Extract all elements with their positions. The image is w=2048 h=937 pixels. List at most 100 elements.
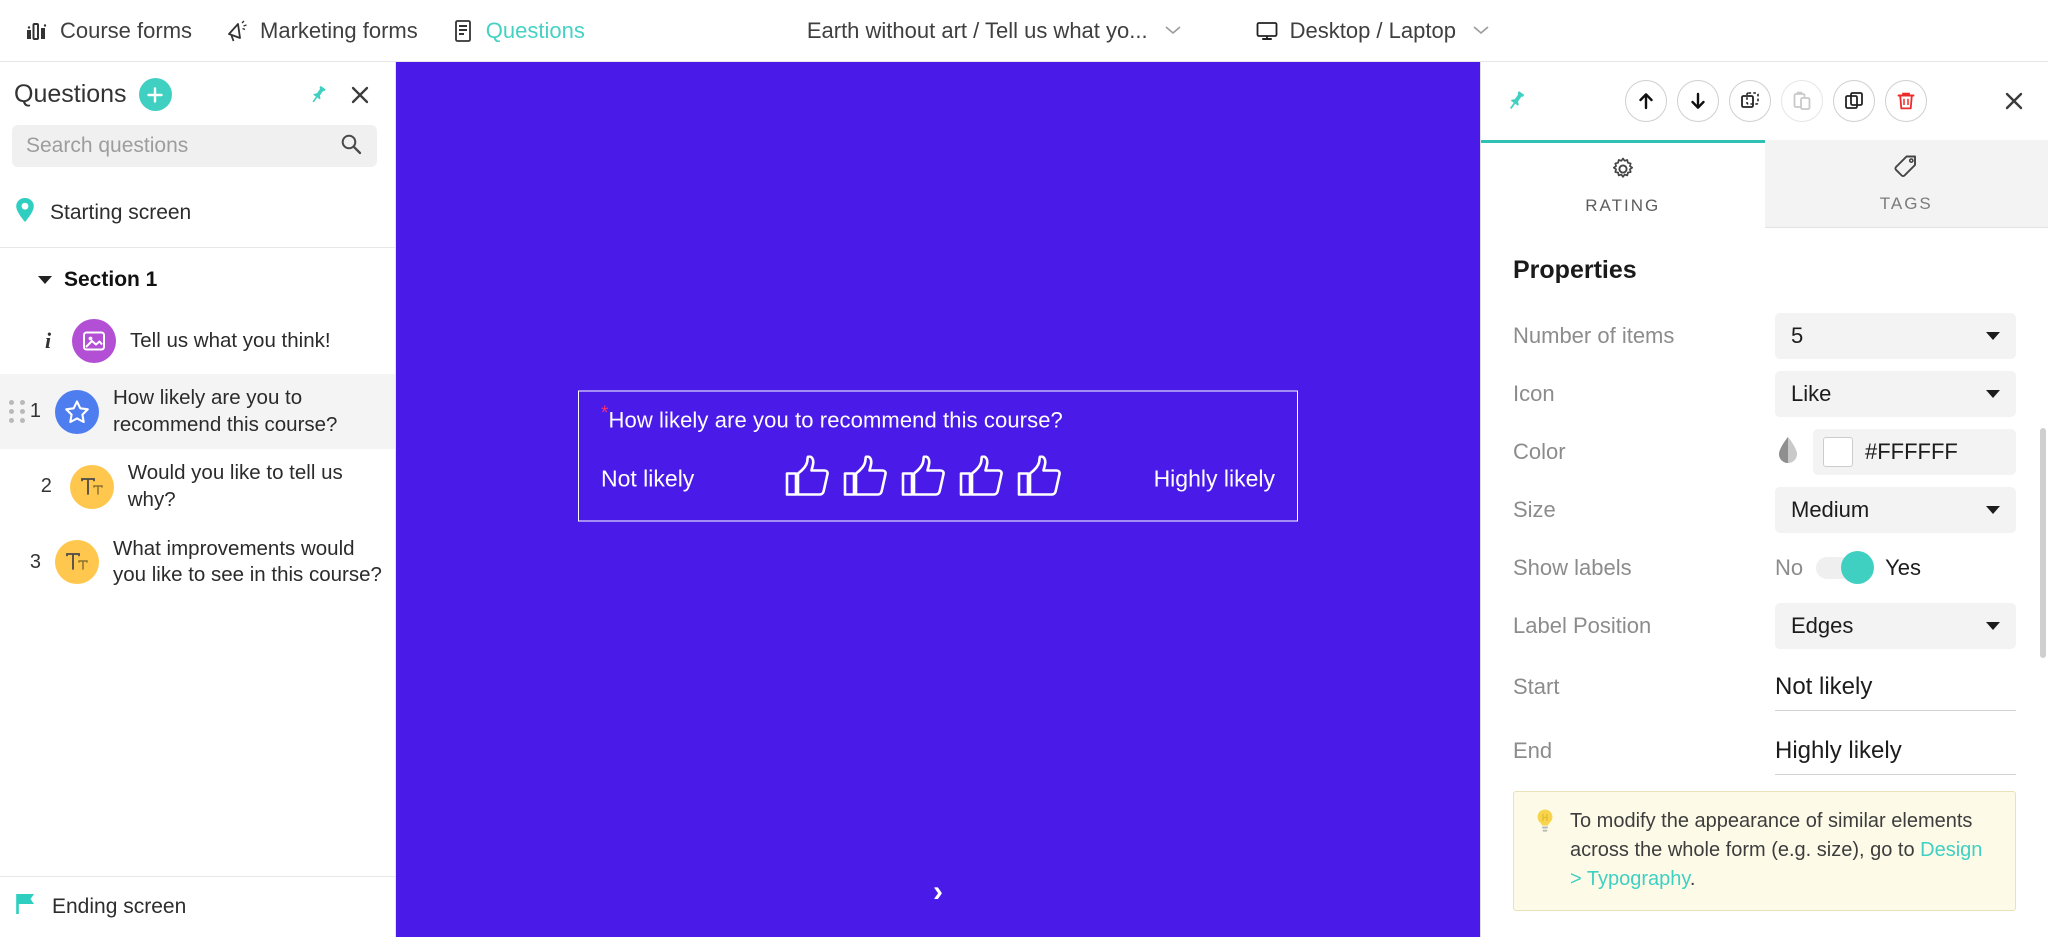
select-value: Edges [1791, 613, 1854, 638]
tag-icon [1893, 154, 1919, 185]
property-label: Color [1513, 439, 1566, 464]
chevron-down-icon[interactable] [38, 276, 52, 284]
add-question-button[interactable] [138, 78, 172, 111]
property-row-start: Start Not likely [1513, 655, 2016, 719]
question-text: Would you like to tell us why? [127, 461, 343, 511]
page-title: Properties [1513, 256, 1637, 284]
bar-chart-icon [24, 18, 50, 44]
flag-icon [14, 891, 38, 923]
color-field[interactable]: #FFFFFF [1813, 429, 2016, 475]
property-row-show-labels: Show labels No Yes [1513, 539, 2016, 597]
rating-end-label: Highly likely [1153, 465, 1275, 492]
search-box[interactable] [12, 125, 377, 167]
close-icon[interactable] [345, 80, 375, 110]
ending-screen-label: Ending screen [52, 895, 187, 918]
end-label-input[interactable]: Highly likely [1775, 727, 2016, 775]
start-label-input[interactable]: Not likely [1775, 663, 2016, 711]
sidebar-item-ending-screen[interactable]: Ending screen [0, 877, 395, 937]
tip-text-before: To modify the appearance of similar elem… [1570, 810, 1973, 861]
chevron-down-icon [1986, 506, 2000, 514]
thumbs-up-icon[interactable] [842, 455, 890, 503]
nav-item-label: Marketing forms [260, 17, 418, 43]
nav-item-marketing-forms[interactable]: Marketing forms [208, 0, 434, 62]
document-list-icon [450, 18, 476, 44]
list-item[interactable]: 2 Would you like to tell us why? [0, 449, 395, 524]
question-text: What improvements would you like to see … [113, 536, 382, 587]
property-label: End [1513, 738, 1553, 763]
question-list: i Tell us what you think! 1 How likely a… [0, 308, 395, 876]
pin-icon[interactable] [303, 80, 333, 110]
list-item[interactable]: 1 How likely are you to recommend this c… [0, 374, 395, 450]
rating-question-card[interactable]: *How likely are you to recommend this co… [578, 390, 1298, 522]
property-control: Not likely [1775, 663, 2016, 711]
questions-sidebar: Questions Search questions Starting scre… [0, 62, 396, 937]
search-container [0, 121, 395, 183]
search-icon [339, 132, 363, 161]
cut-button[interactable] [1729, 80, 1771, 122]
tab-rating[interactable]: RATING [1481, 140, 1765, 228]
pin-icon[interactable] [1503, 88, 1529, 114]
property-control: Medium [1775, 487, 2016, 533]
rating-items [694, 455, 1153, 503]
panel-tabs: RATING TAGS [1481, 140, 2048, 228]
properties-panel: RATING TAGS Properties Number of items 5 [1480, 62, 2048, 937]
label-position-select[interactable]: Edges [1775, 603, 2016, 649]
next-page-button[interactable]: › [933, 877, 943, 907]
question-text: Tell us what you think! [130, 328, 331, 352]
list-item[interactable]: 3 What improvements would you like to se… [0, 525, 395, 600]
icon-select[interactable]: Like [1775, 371, 2016, 417]
search-input[interactable] [26, 134, 339, 158]
property-label: Label Position [1513, 613, 1652, 638]
move-down-button[interactable] [1677, 80, 1719, 122]
color-hex-value: #FFFFFF [1865, 439, 1958, 464]
form-selector[interactable]: Earth without art / Tell us what yo... [791, 0, 1198, 62]
paste-button[interactable] [1781, 80, 1823, 122]
number-of-items-select[interactable]: 5 [1775, 313, 2016, 359]
drag-handle[interactable] [8, 400, 26, 424]
property-row-color: Color #FFFFFF [1513, 423, 2016, 481]
copy-button[interactable] [1833, 80, 1875, 122]
trash-icon[interactable] [1885, 80, 1927, 122]
chevron-down-icon [1472, 23, 1490, 39]
drag-dots-icon [8, 400, 25, 424]
panel-action-buttons [1625, 80, 1927, 122]
star-icon [55, 389, 99, 434]
color-swatch[interactable] [1823, 437, 1853, 467]
panel-toolbar [1481, 62, 2048, 140]
show-labels-toggle[interactable] [1816, 551, 1875, 584]
megaphone-icon [224, 18, 250, 44]
top-navigation-bar: Course forms Marketing forms Questions E… [0, 0, 2048, 62]
question-text: How likely are you to recommend this cou… [113, 386, 338, 436]
chevron-down-icon [1986, 332, 2000, 340]
size-select[interactable]: Medium [1775, 487, 2016, 533]
toggle-off-label: No [1775, 555, 1804, 580]
device-selector[interactable]: Desktop / Laptop [1238, 0, 1506, 62]
question-title-row: *How likely are you to recommend this co… [601, 404, 1275, 434]
close-icon[interactable] [2002, 89, 2026, 113]
tab-tags[interactable]: TAGS [1764, 140, 2048, 228]
move-up-button[interactable] [1625, 80, 1667, 122]
device-selector-label: Desktop / Laptop [1289, 17, 1456, 43]
thumbs-up-icon[interactable] [784, 455, 832, 503]
property-row-number-of-items: Number of items 5 [1513, 307, 2016, 365]
property-row-icon: Icon Like [1513, 365, 2016, 423]
select-value: 5 [1791, 323, 1804, 348]
property-label: Show labels [1513, 555, 1632, 580]
section-header[interactable]: Section 1 [0, 248, 395, 308]
list-item[interactable]: i Tell us what you think! [0, 308, 395, 374]
question-number: 3 [29, 550, 41, 573]
sidebar-item-starting-screen[interactable]: Starting screen [0, 183, 395, 243]
form-selector-label: Earth without art / Tell us what yo... [806, 17, 1148, 43]
droplet-icon[interactable] [1775, 435, 1801, 470]
panel-scrollbar[interactable] [2040, 428, 2046, 658]
thumbs-up-icon[interactable] [900, 455, 948, 503]
nav-item-questions[interactable]: Questions [434, 0, 601, 62]
thumbs-up-icon[interactable] [1016, 455, 1064, 503]
nav-item-course-forms[interactable]: Course forms [8, 0, 208, 62]
property-control: Highly likely [1775, 727, 2016, 775]
chevron-down-icon [1986, 390, 2000, 398]
thumbs-up-icon[interactable] [958, 455, 1006, 503]
monitor-icon [1254, 18, 1280, 44]
sidebar-title: Questions [14, 80, 127, 108]
property-control: Edges [1775, 603, 2016, 649]
